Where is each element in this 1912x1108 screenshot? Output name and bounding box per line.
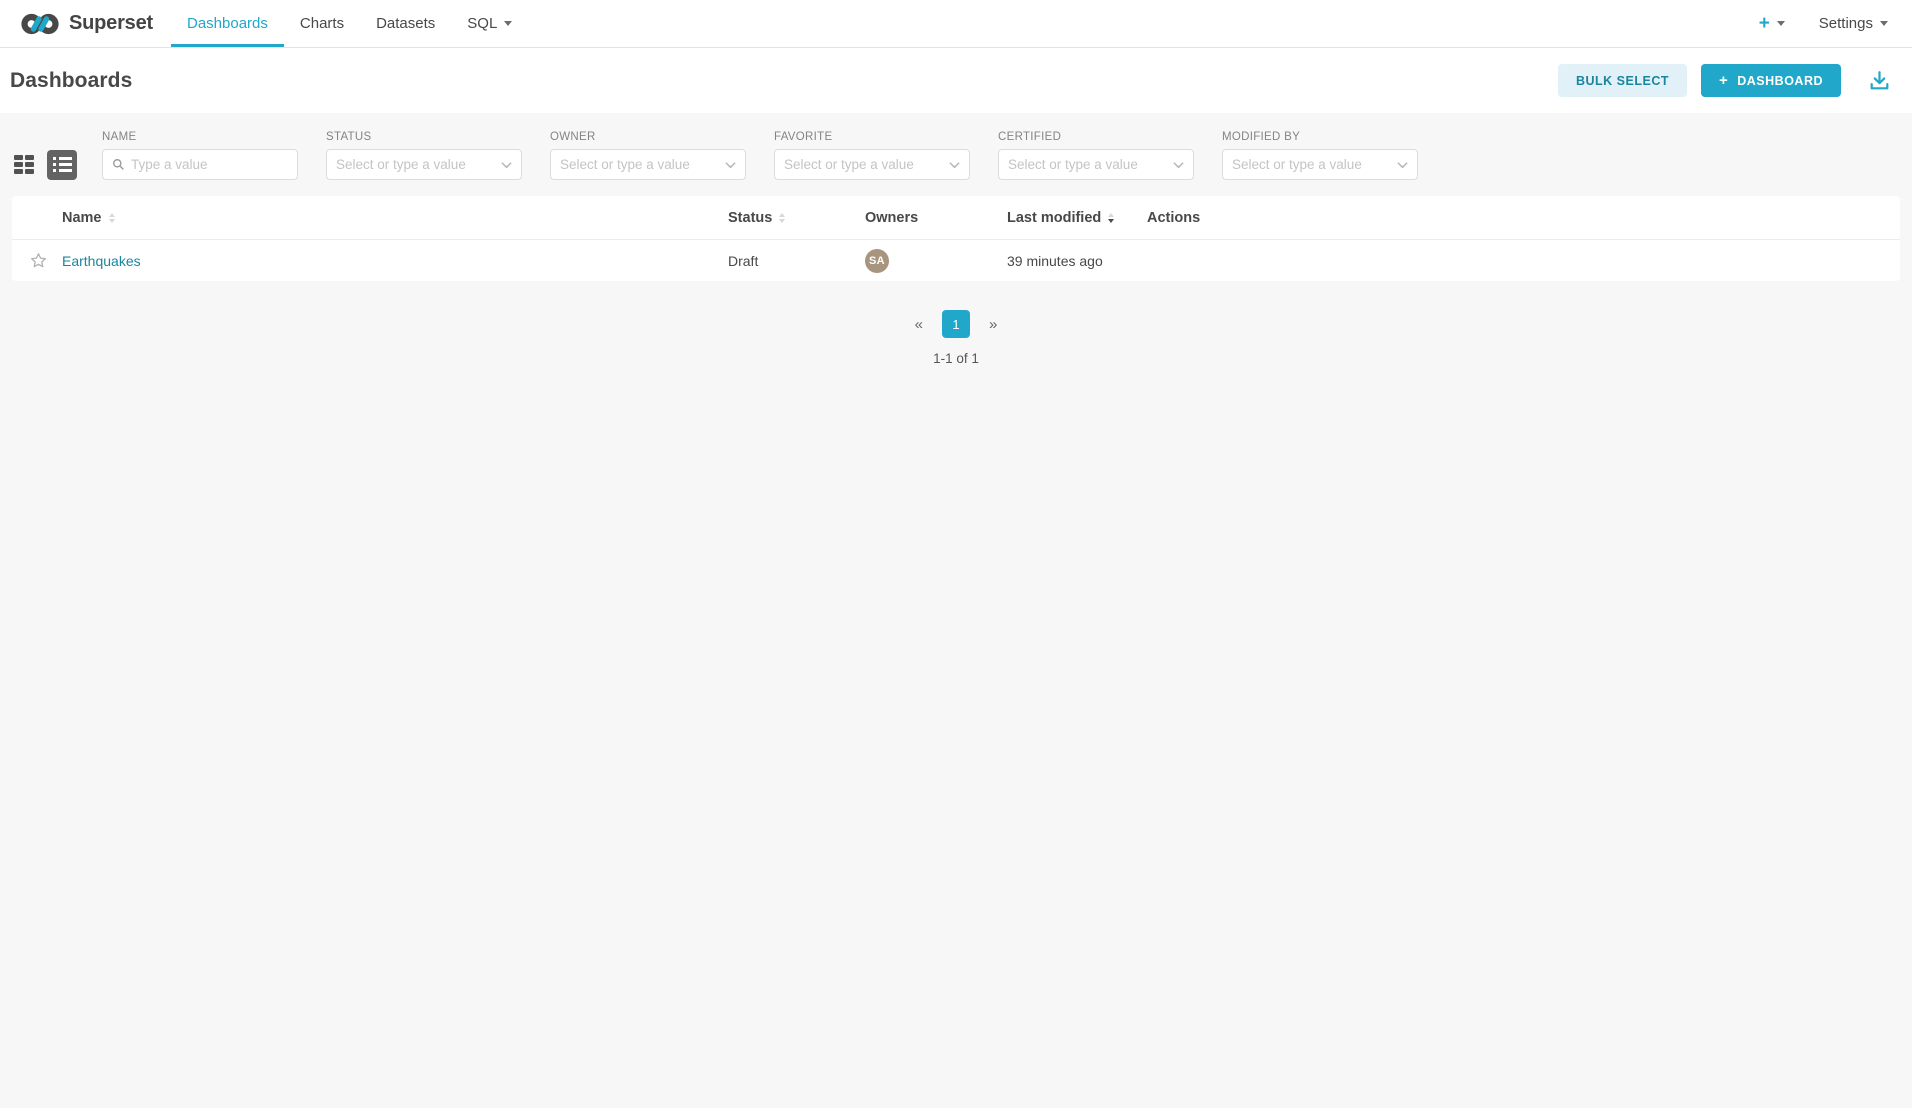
certified-filter-select[interactable]: Select or type a value xyxy=(998,149,1194,180)
plus-icon: + xyxy=(1759,14,1770,33)
caret-down-icon xyxy=(1880,21,1888,26)
column-header-name[interactable]: Name xyxy=(62,210,728,226)
nav-tab-dashboards[interactable]: Dashboards xyxy=(171,0,284,47)
last-modified-cell: 39 minutes ago xyxy=(1007,253,1147,269)
filter-label: CERTIFIED xyxy=(998,131,1194,143)
view-mode-toggles xyxy=(14,149,77,180)
filter-label: MODIFIED BY xyxy=(1222,131,1418,143)
favorite-filter-select[interactable]: Select or type a value xyxy=(774,149,970,180)
status-cell: Draft xyxy=(728,253,865,269)
plus-icon: + xyxy=(1719,73,1728,88)
caret-down-icon xyxy=(504,21,512,26)
nav-tab-datasets[interactable]: Datasets xyxy=(360,0,451,47)
name-filter-input[interactable] xyxy=(131,157,288,172)
superset-app: Superset Dashboards Charts Datasets SQL … xyxy=(0,0,1912,1108)
sort-icon-descending xyxy=(1108,213,1114,223)
nav-tab-sql[interactable]: SQL xyxy=(451,0,528,47)
card-view-toggle[interactable] xyxy=(14,155,34,174)
dashboard-link-earthquakes[interactable]: Earthquakes xyxy=(62,253,141,269)
table-header-row: Name Status Owners Last modified Actions xyxy=(12,196,1900,239)
navbar-right: + Settings xyxy=(1759,0,1888,47)
sort-icon xyxy=(109,213,115,223)
owner-filter-select[interactable]: Select or type a value xyxy=(550,149,746,180)
column-header-status[interactable]: Status xyxy=(728,210,865,226)
modified-by-filter-select[interactable]: Select or type a value xyxy=(1222,149,1418,180)
filter-label: OWNER xyxy=(550,131,746,143)
column-header-owners: Owners xyxy=(865,210,1007,226)
superset-infinity-icon xyxy=(20,12,60,36)
pagination-summary: 1-1 of 1 xyxy=(933,351,979,366)
page-1-button[interactable]: 1 xyxy=(942,310,970,338)
filter-label: NAME xyxy=(102,131,298,143)
search-icon xyxy=(112,158,125,171)
column-header-actions: Actions xyxy=(1147,210,1900,226)
chevron-down-icon xyxy=(725,161,736,169)
filter-modified-by: MODIFIED BY Select or type a value xyxy=(1222,131,1418,180)
previous-page-button[interactable]: « xyxy=(915,316,923,333)
star-icon xyxy=(29,251,48,270)
import-dashboards-button[interactable] xyxy=(1867,68,1892,93)
filter-owner: OWNER Select or type a value xyxy=(550,131,746,180)
nav-tab-charts[interactable]: Charts xyxy=(284,0,360,47)
next-page-button[interactable]: » xyxy=(989,316,997,333)
name-search-field[interactable] xyxy=(102,149,298,180)
filter-status: STATUS Select or type a value xyxy=(326,131,522,180)
filter-certified: CERTIFIED Select or type a value xyxy=(998,131,1194,180)
sort-icon xyxy=(779,213,785,223)
page-header: Dashboards BULK SELECT + DASHBOARD xyxy=(0,48,1912,113)
bulk-select-button[interactable]: BULK SELECT xyxy=(1558,64,1687,97)
pager: « 1 » xyxy=(915,310,998,338)
settings-menu[interactable]: Settings xyxy=(1819,15,1888,32)
header-actions: BULK SELECT + DASHBOARD xyxy=(1558,64,1892,97)
filter-name: NAME xyxy=(102,131,298,180)
column-header-last-modified[interactable]: Last modified xyxy=(1007,210,1147,226)
dashboards-table: Name Status Owners Last modified Actions xyxy=(12,196,1900,281)
filter-label: FAVORITE xyxy=(774,131,970,143)
chevron-down-icon xyxy=(1397,161,1408,169)
status-filter-select[interactable]: Select or type a value xyxy=(326,149,522,180)
top-navbar: Superset Dashboards Charts Datasets SQL … xyxy=(0,0,1912,48)
caret-down-icon xyxy=(1777,21,1785,26)
add-dashboard-button[interactable]: + DASHBOARD xyxy=(1701,64,1841,97)
superset-logo[interactable]: Superset xyxy=(20,0,153,47)
chevron-down-icon xyxy=(949,161,960,169)
filter-favorite: FAVORITE Select or type a value xyxy=(774,131,970,180)
chevron-down-icon xyxy=(501,161,512,169)
page-title: Dashboards xyxy=(10,69,132,93)
content-area: NAME STATUS Select or type a value xyxy=(0,113,1912,1108)
grid-view-icon xyxy=(14,155,23,160)
list-view-toggle[interactable] xyxy=(47,150,77,180)
filter-label: STATUS xyxy=(326,131,522,143)
new-item-menu[interactable]: + xyxy=(1759,14,1785,33)
download-icon xyxy=(1867,68,1892,93)
pagination: « 1 » 1-1 of 1 xyxy=(0,310,1912,366)
filter-bar: NAME STATUS Select or type a value xyxy=(0,113,1912,180)
brand-name: Superset xyxy=(69,12,153,35)
owner-avatar[interactable]: SA xyxy=(865,249,889,273)
table-row: Earthquakes Draft SA 39 minutes ago xyxy=(12,239,1900,281)
favorite-star-button[interactable] xyxy=(29,251,48,270)
chevron-down-icon xyxy=(1173,161,1184,169)
